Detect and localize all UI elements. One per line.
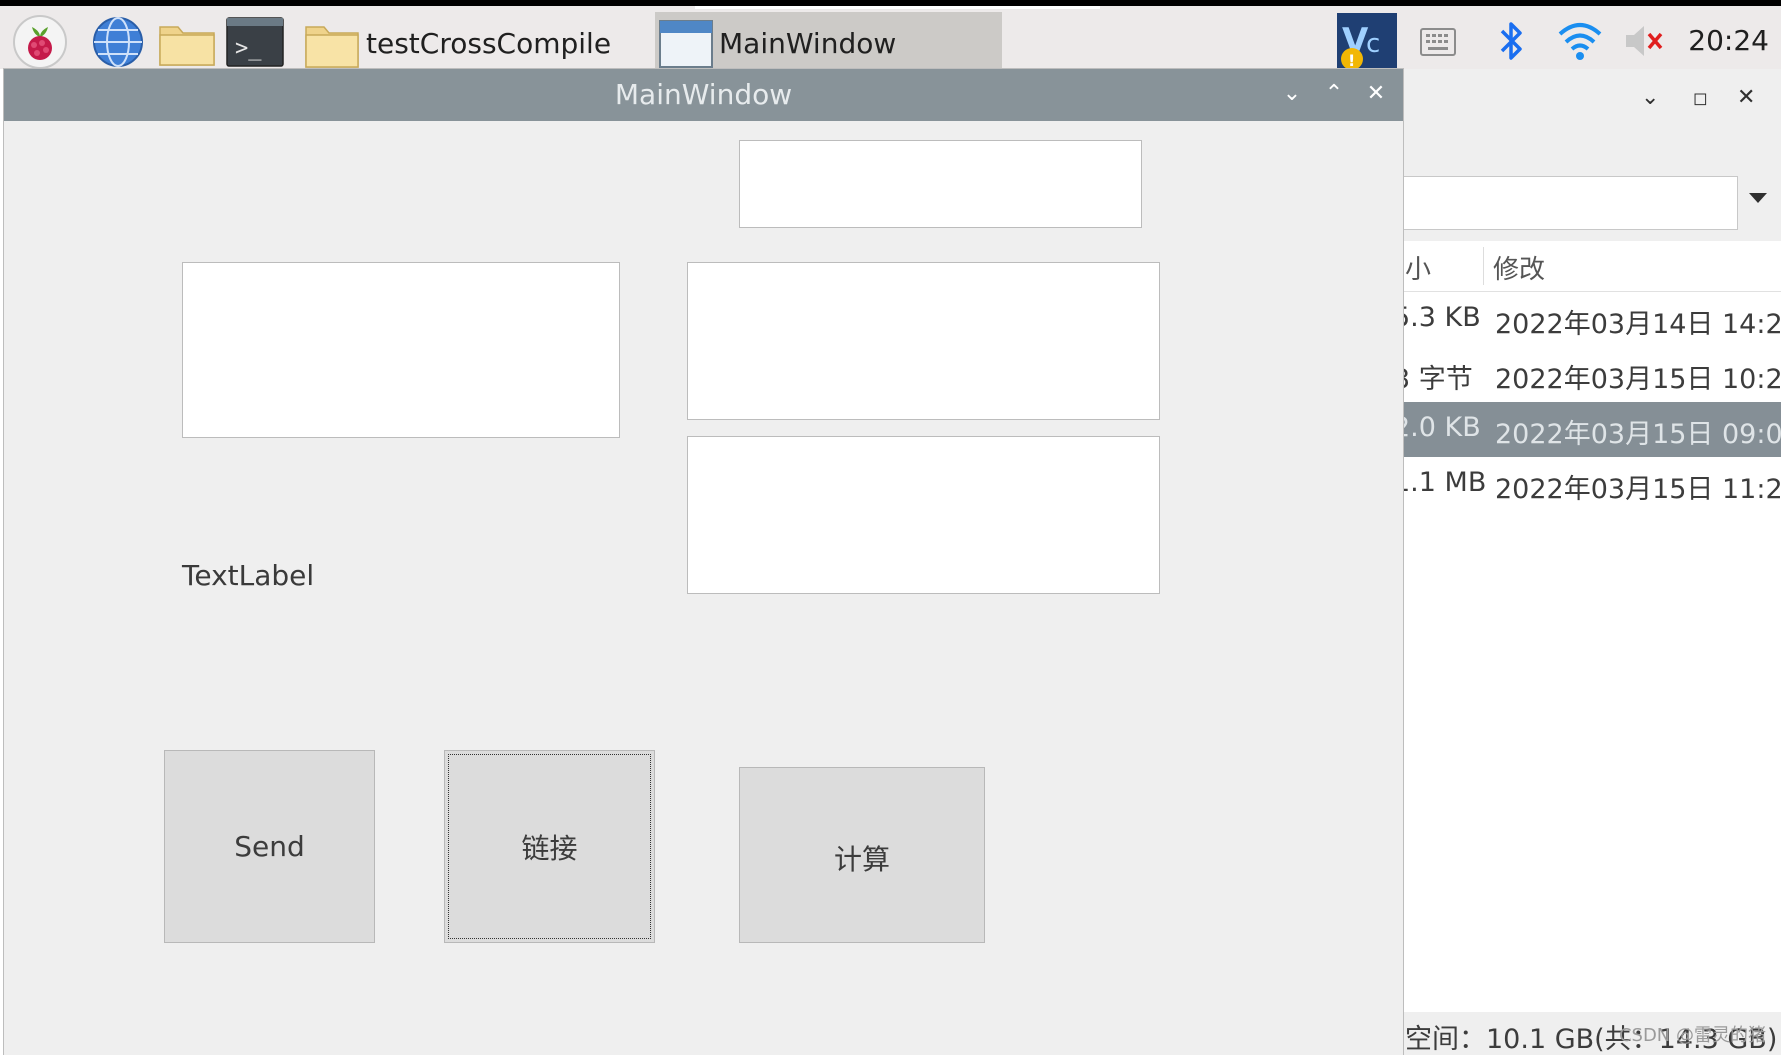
text-label: TextLabel (182, 559, 315, 592)
file-manager-window-controls: ⌄ ◻ ✕ (1641, 85, 1781, 115)
taskbar: >_ testCrossCompile MainWindow V c ! 20:… (0, 0, 1781, 75)
window-icon (659, 19, 713, 68)
task-label: MainWindow (719, 27, 897, 60)
send-button-label: Send (234, 830, 305, 863)
file-size: 3 字节 (1403, 364, 1473, 395)
close-icon[interactable]: ✕ (1737, 85, 1755, 110)
right-text-edit-1[interactable] (687, 262, 1160, 420)
svg-text:!: ! (1348, 51, 1355, 70)
bluetooth-icon[interactable] (1494, 14, 1528, 68)
column-separator (1483, 247, 1484, 285)
close-icon[interactable]: ✕ (1361, 79, 1391, 109)
terminal-icon[interactable]: >_ (226, 15, 284, 69)
chevron-down-icon[interactable]: ⌄ (1641, 85, 1659, 110)
path-dropdown-icon[interactable] (1749, 193, 1767, 203)
clock[interactable]: 20:24 (1688, 24, 1769, 57)
file-list: 小 修改 5.3 KB 2022年03月14日 14:29 3 字节 2022年… (1403, 241, 1781, 1026)
file-size: 2.0 KB (1403, 412, 1481, 443)
task-mainwindow[interactable]: MainWindow (655, 12, 1002, 75)
window-title: MainWindow (614, 78, 793, 111)
file-size: 5.3 KB (1403, 302, 1481, 333)
volume-muted-icon[interactable] (1622, 14, 1670, 68)
maximize-icon[interactable]: ⌃ (1319, 79, 1349, 109)
svg-text:c: c (1366, 29, 1380, 59)
calculate-button-label: 计算 (833, 843, 890, 876)
vnc-icon[interactable]: V c ! (1336, 12, 1398, 72)
file-row-selected[interactable]: 2.0 KB 2022年03月15日 09:00 (1403, 402, 1781, 457)
file-manager-icon[interactable] (158, 15, 216, 69)
task-testcrosscompile[interactable]: testCrossCompile (304, 12, 654, 75)
top-line-edit[interactable] (739, 140, 1142, 228)
send-button[interactable]: Send (164, 750, 375, 943)
raspberry-menu-icon[interactable] (12, 15, 68, 69)
watermark: CSDN @雷灵的猪 (1618, 1025, 1766, 1046)
task-label: testCrossCompile (366, 27, 612, 60)
file-row[interactable]: 5.3 KB 2022年03月14日 14:29 (1403, 292, 1781, 347)
path-input[interactable] (1403, 176, 1738, 230)
keyboard-icon[interactable] (1418, 14, 1458, 68)
left-text-edit[interactable] (182, 262, 620, 438)
folder-icon (305, 25, 359, 68)
file-row[interactable]: 1.1 MB 2022年03月15日 11:29 (1403, 457, 1781, 512)
file-modified: 2022年03月15日 10:24 (1495, 364, 1781, 395)
web-browser-icon[interactable] (90, 15, 146, 69)
file-size: 1.1 MB (1403, 467, 1487, 498)
taskbar-top-gap (695, 6, 1100, 9)
minimize-icon[interactable]: ⌄ (1277, 79, 1307, 109)
file-modified: 2022年03月15日 11:29 (1495, 474, 1781, 505)
focus-ring (448, 754, 651, 939)
column-size[interactable]: 小 (1405, 249, 1431, 286)
connect-button[interactable]: 链接 (444, 750, 655, 943)
main-window: MainWindow ⌄ ⌃ ✕ TextLabel Send 链接 计算 (4, 69, 1403, 1055)
svg-text:>_: >_ (235, 36, 262, 61)
wifi-icon[interactable] (1556, 14, 1604, 68)
file-modified: 2022年03月15日 09:00 (1495, 419, 1781, 450)
right-text-edit-2[interactable] (687, 436, 1160, 594)
file-modified: 2022年03月14日 14:29 (1495, 309, 1781, 340)
file-manager-window: ⌄ ◻ ✕ 小 修改 5.3 KB 2022年03月14日 14:29 3 字节… (1403, 69, 1781, 1055)
maximize-icon[interactable]: ◻ (1693, 88, 1708, 109)
file-row[interactable]: 3 字节 2022年03月15日 10:24 (1403, 347, 1781, 402)
column-modified[interactable]: 修改 (1493, 249, 1545, 286)
title-bar[interactable]: MainWindow ⌄ ⌃ ✕ (4, 69, 1403, 121)
file-list-header: 小 修改 (1403, 241, 1781, 292)
calculate-button[interactable]: 计算 (739, 767, 985, 943)
